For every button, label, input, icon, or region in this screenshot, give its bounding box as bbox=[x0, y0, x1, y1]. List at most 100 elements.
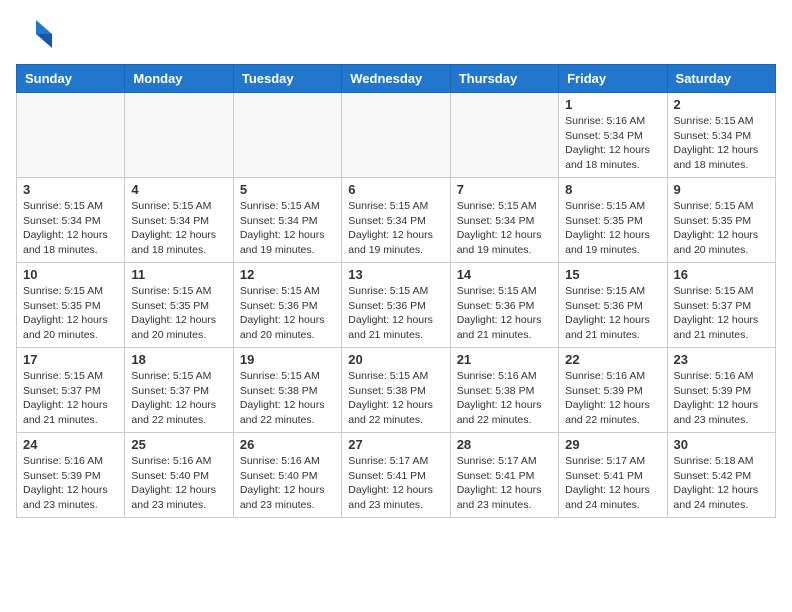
page-header bbox=[16, 16, 776, 52]
day-number: 10 bbox=[23, 267, 118, 282]
calendar-cell: 26Sunrise: 5:16 AM Sunset: 5:40 PM Dayli… bbox=[233, 433, 341, 518]
calendar-cell: 11 Sunrise: 5:15 AM Sunset: 5:35 PM Dayli… bbox=[125, 263, 233, 348]
calendar-cell bbox=[342, 93, 450, 178]
calendar-cell bbox=[233, 93, 341, 178]
day-info: Sunrise: 5:15 AM Sunset: 5:36 PM Dayligh… bbox=[457, 284, 552, 343]
day-number: 25 bbox=[131, 437, 226, 452]
day-info: Sunrise: 5:17 AM Sunset: 5:41 PM Dayligh… bbox=[457, 454, 552, 513]
day-info: Sunrise: 5:15 AM Sunset: 5:35 PM Dayligh… bbox=[131, 284, 226, 343]
day-number: 3 bbox=[23, 182, 118, 197]
day-info: Sunrise: 5:15 AM Sunset: 5:37 PM Dayligh… bbox=[23, 369, 118, 428]
day-number: 4 bbox=[131, 182, 226, 197]
calendar-header-wednesday: Wednesday bbox=[342, 65, 450, 93]
day-info: Sunrise: 5:15 AM Sunset: 5:38 PM Dayligh… bbox=[240, 369, 335, 428]
calendar-header-friday: Friday bbox=[559, 65, 667, 93]
day-info: Sunrise: 5:16 AM Sunset: 5:39 PM Dayligh… bbox=[23, 454, 118, 513]
day-info: Sunrise: 5:15 AM Sunset: 5:38 PM Dayligh… bbox=[348, 369, 443, 428]
calendar-cell: 23Sunrise: 5:16 AM Sunset: 5:39 PM Dayli… bbox=[667, 348, 775, 433]
calendar-header-tuesday: Tuesday bbox=[233, 65, 341, 93]
calendar-cell bbox=[450, 93, 558, 178]
day-number: 11 bbox=[131, 267, 226, 282]
day-number: 22 bbox=[565, 352, 660, 367]
day-info: Sunrise: 5:15 AM Sunset: 5:35 PM Dayligh… bbox=[23, 284, 118, 343]
calendar-cell: 6 Sunrise: 5:15 AM Sunset: 5:34 PM Daylig… bbox=[342, 178, 450, 263]
day-info: Sunrise: 5:16 AM Sunset: 5:34 PM Dayligh… bbox=[565, 114, 660, 173]
calendar-week-row: 17 Sunrise: 5:15 AM Sunset: 5:37 PM Dayli… bbox=[17, 348, 776, 433]
calendar-cell: 24 Sunrise: 5:16 AM Sunset: 5:39 PM Dayli… bbox=[17, 433, 125, 518]
day-info: Sunrise: 5:15 AM Sunset: 5:35 PM Dayligh… bbox=[674, 199, 769, 258]
logo-icon bbox=[16, 16, 52, 52]
day-number: 2 bbox=[674, 97, 769, 112]
day-number: 16 bbox=[674, 267, 769, 282]
day-number: 17 bbox=[23, 352, 118, 367]
calendar-cell: 12 Sunrise: 5:15 AM Sunset: 5:36 PM Dayli… bbox=[233, 263, 341, 348]
day-info: Sunrise: 5:15 AM Sunset: 5:34 PM Dayligh… bbox=[131, 199, 226, 258]
day-info: Sunrise: 5:15 AM Sunset: 5:34 PM Dayligh… bbox=[240, 199, 335, 258]
calendar-header-monday: Monday bbox=[125, 65, 233, 93]
calendar-cell: 27 Sunrise: 5:17 AM Sunset: 5:41 PM Dayli… bbox=[342, 433, 450, 518]
calendar-cell: 14 Sunrise: 5:15 AM Sunset: 5:36 PM Dayli… bbox=[450, 263, 558, 348]
calendar-cell: 15Sunrise: 5:15 AM Sunset: 5:36 PM Dayli… bbox=[559, 263, 667, 348]
day-info: Sunrise: 5:15 AM Sunset: 5:35 PM Dayligh… bbox=[565, 199, 660, 258]
day-number: 8 bbox=[565, 182, 660, 197]
day-info: Sunrise: 5:16 AM Sunset: 5:39 PM Dayligh… bbox=[674, 369, 769, 428]
calendar-cell: 4 Sunrise: 5:15 AM Sunset: 5:34 PM Daylig… bbox=[125, 178, 233, 263]
calendar-cell: 21 Sunrise: 5:16 AM Sunset: 5:38 PM Dayli… bbox=[450, 348, 558, 433]
calendar-cell: 13 Sunrise: 5:15 AM Sunset: 5:36 PM Dayli… bbox=[342, 263, 450, 348]
day-number: 27 bbox=[348, 437, 443, 452]
day-info: Sunrise: 5:15 AM Sunset: 5:37 PM Dayligh… bbox=[674, 284, 769, 343]
day-info: Sunrise: 5:16 AM Sunset: 5:40 PM Dayligh… bbox=[240, 454, 335, 513]
day-number: 21 bbox=[457, 352, 552, 367]
day-info: Sunrise: 5:15 AM Sunset: 5:36 PM Dayligh… bbox=[348, 284, 443, 343]
day-number: 1 bbox=[565, 97, 660, 112]
day-number: 30 bbox=[674, 437, 769, 452]
calendar-cell: 30 Sunrise: 5:18 AM Sunset: 5:42 PM Dayli… bbox=[667, 433, 775, 518]
day-number: 29 bbox=[565, 437, 660, 452]
calendar-cell: 7Sunrise: 5:15 AM Sunset: 5:34 PM Daylig… bbox=[450, 178, 558, 263]
day-info: Sunrise: 5:15 AM Sunset: 5:34 PM Dayligh… bbox=[674, 114, 769, 173]
calendar-cell: 16 Sunrise: 5:15 AM Sunset: 5:37 PM Dayli… bbox=[667, 263, 775, 348]
calendar-cell: 9 Sunrise: 5:15 AM Sunset: 5:35 PM Daylig… bbox=[667, 178, 775, 263]
day-info: Sunrise: 5:15 AM Sunset: 5:37 PM Dayligh… bbox=[131, 369, 226, 428]
calendar-cell bbox=[125, 93, 233, 178]
day-info: Sunrise: 5:15 AM Sunset: 5:34 PM Dayligh… bbox=[457, 199, 552, 258]
calendar-table: SundayMondayTuesdayWednesdayThursdayFrid… bbox=[16, 64, 776, 518]
calendar-header-row: SundayMondayTuesdayWednesdayThursdayFrid… bbox=[17, 65, 776, 93]
calendar-week-row: 24 Sunrise: 5:16 AM Sunset: 5:39 PM Dayli… bbox=[17, 433, 776, 518]
day-number: 14 bbox=[457, 267, 552, 282]
day-info: Sunrise: 5:15 AM Sunset: 5:34 PM Dayligh… bbox=[348, 199, 443, 258]
day-info: Sunrise: 5:18 AM Sunset: 5:42 PM Dayligh… bbox=[674, 454, 769, 513]
day-info: Sunrise: 5:16 AM Sunset: 5:38 PM Dayligh… bbox=[457, 369, 552, 428]
calendar-cell: 19 Sunrise: 5:15 AM Sunset: 5:38 PM Dayli… bbox=[233, 348, 341, 433]
calendar-cell: 18 Sunrise: 5:15 AM Sunset: 5:37 PM Dayli… bbox=[125, 348, 233, 433]
calendar-cell: 25 Sunrise: 5:16 AM Sunset: 5:40 PM Dayli… bbox=[125, 433, 233, 518]
calendar-cell: 22 Sunrise: 5:16 AM Sunset: 5:39 PM Dayli… bbox=[559, 348, 667, 433]
day-number: 13 bbox=[348, 267, 443, 282]
day-number: 18 bbox=[131, 352, 226, 367]
day-number: 19 bbox=[240, 352, 335, 367]
calendar-cell: 20 Sunrise: 5:15 AM Sunset: 5:38 PM Dayli… bbox=[342, 348, 450, 433]
calendar-cell: 1 Sunrise: 5:16 AM Sunset: 5:34 PM Daylig… bbox=[559, 93, 667, 178]
day-number: 9 bbox=[674, 182, 769, 197]
calendar-header-sunday: Sunday bbox=[17, 65, 125, 93]
day-info: Sunrise: 5:15 AM Sunset: 5:34 PM Dayligh… bbox=[23, 199, 118, 258]
calendar-cell: 8 Sunrise: 5:15 AM Sunset: 5:35 PM Daylig… bbox=[559, 178, 667, 263]
calendar-cell: 29Sunrise: 5:17 AM Sunset: 5:41 PM Dayli… bbox=[559, 433, 667, 518]
calendar-cell: 17 Sunrise: 5:15 AM Sunset: 5:37 PM Dayli… bbox=[17, 348, 125, 433]
day-info: Sunrise: 5:16 AM Sunset: 5:40 PM Dayligh… bbox=[131, 454, 226, 513]
calendar-header-thursday: Thursday bbox=[450, 65, 558, 93]
day-number: 12 bbox=[240, 267, 335, 282]
calendar-cell bbox=[17, 93, 125, 178]
day-number: 28 bbox=[457, 437, 552, 452]
calendar-cell: 10 Sunrise: 5:15 AM Sunset: 5:35 PM Dayli… bbox=[17, 263, 125, 348]
day-info: Sunrise: 5:17 AM Sunset: 5:41 PM Dayligh… bbox=[348, 454, 443, 513]
day-number: 24 bbox=[23, 437, 118, 452]
calendar-header-saturday: Saturday bbox=[667, 65, 775, 93]
day-number: 5 bbox=[240, 182, 335, 197]
calendar-week-row: 3 Sunrise: 5:15 AM Sunset: 5:34 PM Daylig… bbox=[17, 178, 776, 263]
day-number: 20 bbox=[348, 352, 443, 367]
day-number: 6 bbox=[348, 182, 443, 197]
day-info: Sunrise: 5:15 AM Sunset: 5:36 PM Dayligh… bbox=[240, 284, 335, 343]
day-info: Sunrise: 5:15 AM Sunset: 5:36 PM Dayligh… bbox=[565, 284, 660, 343]
day-info: Sunrise: 5:16 AM Sunset: 5:39 PM Dayligh… bbox=[565, 369, 660, 428]
